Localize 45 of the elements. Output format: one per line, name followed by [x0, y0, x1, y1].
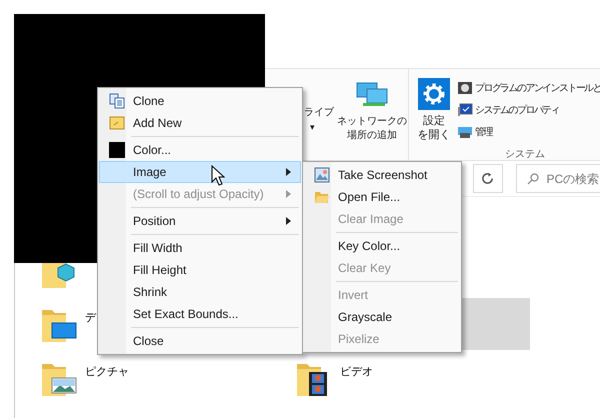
- folder-name: ビデオ: [340, 365, 373, 380]
- menu-item[interactable]: Shrink: [99, 281, 301, 303]
- properties-icon: [457, 102, 473, 118]
- folder-item[interactable]: ピクチャ: [40, 360, 129, 406]
- submenu-arrow-icon: [286, 168, 291, 176]
- menu-item[interactable]: Key Color...: [304, 235, 460, 257]
- settings-icon: [418, 78, 450, 110]
- ribbon-group-label: システム: [505, 148, 545, 162]
- ribbon-command[interactable]: 管理: [457, 123, 600, 141]
- folder-name: ピクチャ: [85, 365, 129, 380]
- refresh-button[interactable]: [473, 164, 503, 193]
- ribbon-command[interactable]: システムのプロパティ: [457, 101, 600, 119]
- folder-item[interactable]: ビデオ: [295, 360, 373, 406]
- menu-item[interactable]: Image: [99, 161, 301, 183]
- folder-item[interactable]: デ: [40, 306, 96, 352]
- note-icon: [108, 115, 124, 131]
- menu-item[interactable]: Open File...: [304, 186, 460, 208]
- submenu-arrow-icon: [286, 190, 291, 198]
- submenu-arrow-icon: [286, 217, 291, 225]
- open-settings-button[interactable]: 設定 を開く: [413, 69, 455, 147]
- menu-item[interactable]: Add New: [99, 112, 301, 134]
- programs-icon: [457, 80, 473, 96]
- mouse-pointer-icon: [211, 165, 225, 186]
- menu-item[interactable]: Clone: [99, 90, 301, 112]
- manage-icon: [457, 124, 473, 140]
- menu-item[interactable]: Position: [99, 210, 301, 232]
- menu-item[interactable]: Color...: [99, 139, 301, 161]
- ribbon-command[interactable]: プログラムのアンインストールと: [457, 79, 600, 97]
- folder-icon: [314, 189, 330, 205]
- menu-item[interactable]: Fill Width: [99, 237, 301, 259]
- menu-item[interactable]: Set Exact Bounds...: [99, 303, 301, 325]
- menu-item[interactable]: Fill Height: [99, 259, 301, 281]
- copy-icon: [108, 93, 124, 109]
- picture-icon: [314, 167, 330, 183]
- menu-item[interactable]: Close: [99, 330, 301, 352]
- map-drive-button[interactable]: ライブ ▾: [304, 69, 336, 129]
- search-icon: [526, 172, 539, 184]
- menu-item[interactable]: Grayscale: [304, 306, 460, 328]
- menu-item[interactable]: Take Screenshot: [304, 164, 460, 186]
- add-network-location-button[interactable]: ネットワークの 場所の追加: [336, 69, 408, 147]
- refresh-icon: [481, 172, 494, 185]
- color-swatch-icon: [108, 142, 124, 158]
- network-icon: [355, 81, 389, 109]
- folder-name: デ: [85, 311, 96, 326]
- search-field[interactable]: PCの検索: [516, 164, 600, 193]
